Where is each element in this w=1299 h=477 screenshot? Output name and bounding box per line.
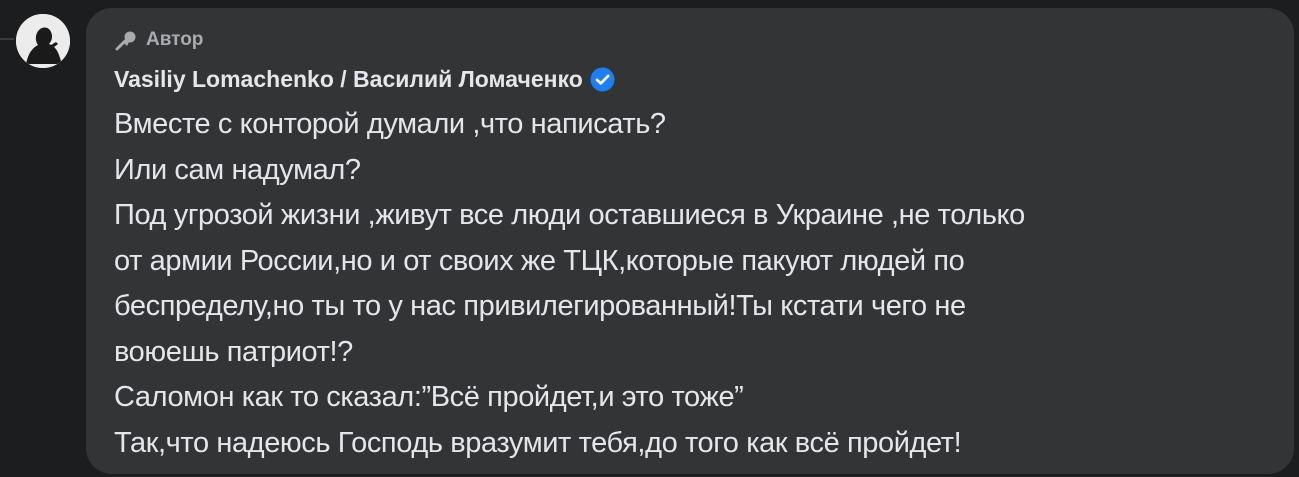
- comment-text: Вместе с конторой думали ,что написать? …: [114, 102, 1025, 466]
- thread-connector: [0, 38, 14, 40]
- author-name-link[interactable]: Vasiliy Lomachenko / Василий Ломаченко: [114, 66, 583, 93]
- avatar-icon: [16, 14, 70, 68]
- author-badge-label: Автор: [146, 29, 204, 50]
- comment-line: беспределу,но ты то у нас привилегирован…: [114, 290, 966, 322]
- comment-line: от армии России,но и от своих же ТЦК,кот…: [114, 244, 965, 277]
- comment-line: Вместе с конторой думали ,что написать?: [114, 108, 666, 140]
- verified-badge-icon: [590, 67, 615, 92]
- comment-line: Так,что надеюсь Господь вразумит тебя,до…: [114, 426, 962, 459]
- comment-line: Или сам надумал?: [114, 153, 361, 186]
- author-badge: Автор: [114, 28, 203, 52]
- comment-line: Под угрозой жизни ,живут все люди оставш…: [114, 199, 1025, 231]
- comment-line: Саломон как то сказал:”Всё пройдет,и это…: [114, 381, 744, 413]
- microphone-icon: [114, 29, 140, 51]
- avatar[interactable]: [16, 14, 70, 68]
- comment-line: воюешь патриот!?: [114, 335, 353, 368]
- comment-author[interactable]: Vasiliy Lomachenko / Василий Ломаченко: [114, 66, 615, 93]
